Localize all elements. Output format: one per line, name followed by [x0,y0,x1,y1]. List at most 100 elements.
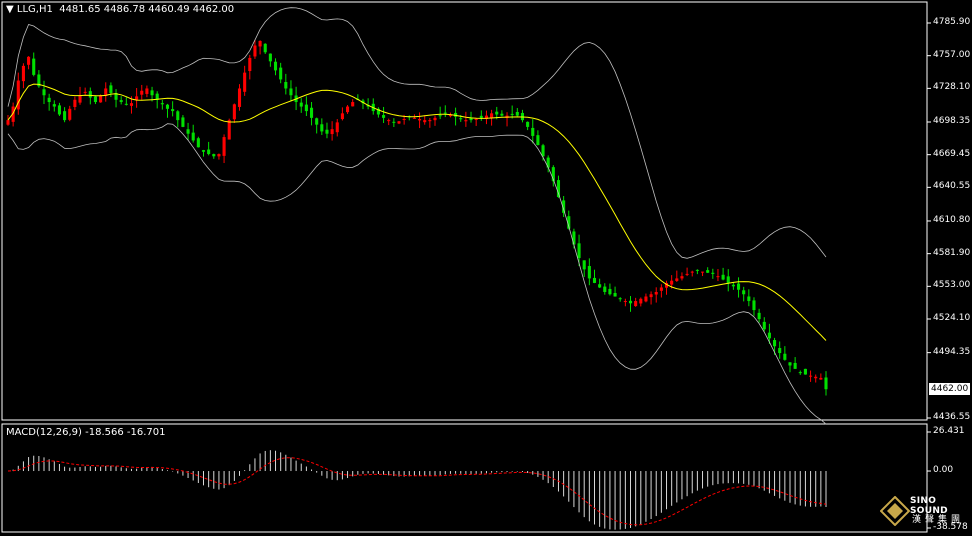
dropdown-arrow-icon[interactable]: ▼ [6,4,14,15]
candle-body [78,95,82,103]
candle-body [649,294,653,298]
candle-body [397,121,401,124]
candle-body [783,353,787,360]
candle-body [232,104,236,120]
candle-body [700,271,705,273]
candle-body [572,231,576,245]
candle-body [464,120,468,122]
price-tick-label: 4640.55 [933,181,971,192]
candle-body [268,53,272,62]
candle-body [68,108,72,120]
candle-body [299,102,303,107]
diamond-logo-icon [880,496,910,526]
candle-body [628,300,633,304]
candle-body [253,45,257,57]
candle-body [237,88,242,107]
candle-body [582,260,586,270]
candle-body [27,56,31,65]
candle-body [160,103,164,105]
candle-body [57,105,61,115]
candle-body [778,348,782,354]
candle-body [248,57,252,72]
candle-body [742,290,746,295]
current-price-marker: 4462.00 [929,383,971,396]
candle-body [736,283,741,290]
candle-body [263,43,267,53]
candle-body [382,115,386,118]
candle-body [598,284,602,288]
candle-body [706,270,710,273]
candle-body [330,129,334,135]
candle-body [320,124,324,132]
candle-body [21,65,25,82]
candle-body [577,243,581,259]
candle-body [793,362,797,369]
candle-body [119,100,123,103]
candle-body [613,293,617,297]
candle-body [459,118,463,120]
macd-tick-label: 26.431 [933,426,965,436]
candle-body [603,286,607,292]
candle-body [346,106,350,113]
candle-body [42,89,46,96]
candle-body [803,368,807,375]
candle-body [315,118,319,125]
candle-body [402,118,406,120]
candle-body [423,120,427,123]
candle-body [171,109,175,112]
company-logo: SINO SOUND 漢聲集團 [876,492,968,532]
macd-tick-label: 0.00 [933,465,954,476]
candle-body [587,266,591,279]
candle-body [762,321,766,330]
candle-body [140,90,144,95]
candle-body [608,288,612,295]
price-tick-label: 4436.55 [933,412,971,422]
candle-body [201,150,206,152]
candle-body [623,301,627,303]
candle-body [639,298,643,304]
candle-body [510,113,514,115]
price-tick-label: 4669.45 [933,148,971,159]
price-tick-label: 4581.90 [933,247,971,258]
candle-body [196,138,200,148]
candle-body [150,90,154,96]
candle-body [685,273,689,275]
candle-body [659,287,663,291]
candle-body [526,121,530,127]
candle-body [289,88,293,96]
candle-body [824,377,828,390]
candle-body [680,276,684,279]
candle-body [145,88,149,94]
candle-body [99,95,103,103]
candle-body [814,376,818,379]
candle-body [335,122,339,133]
bollinger-lower-line [7,123,827,425]
candle-body [109,85,113,93]
candle-body [726,276,730,283]
candle-body [52,104,56,107]
candle-body [495,111,499,115]
candle-body [731,284,735,287]
candle-body [88,91,92,98]
candle-body [773,340,777,347]
candle-body [695,269,699,271]
price-chart-canvas[interactable] [0,0,972,536]
candle-body [428,120,432,122]
candle-body [243,72,247,92]
candle-body [412,117,416,119]
moving-average-line [7,83,827,341]
candle-body [284,81,288,89]
candle-body [418,118,422,121]
candle-body [634,301,638,307]
candle-body [690,271,694,273]
chart-window[interactable]: ▼ LLG,H1 4481.65 4486.78 4460.49 4462.00… [0,0,972,536]
candle-body [752,300,756,311]
candle-body [279,67,283,80]
candle-body [186,129,190,134]
candle-body [541,145,545,157]
candle-body [83,91,87,93]
candle-body [515,112,519,116]
candle-body [207,149,211,155]
candle-body [809,375,813,377]
candle-body [6,120,10,125]
